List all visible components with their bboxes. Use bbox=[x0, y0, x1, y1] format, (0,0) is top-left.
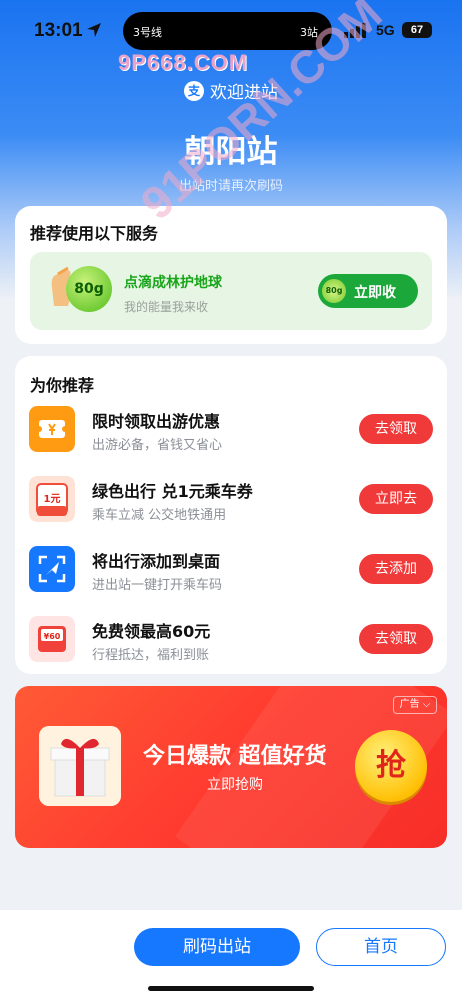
network-type: 5G bbox=[376, 22, 395, 38]
item-title: 限时领取出游优惠 bbox=[92, 412, 221, 431]
go-green-button[interactable]: 立即去 bbox=[359, 484, 433, 514]
collect-energy-label: 立即收 bbox=[354, 285, 396, 301]
recommend-card: 为你推荐 限时领取出游优惠 出游必备，省钱又省心 去领取 1元 绿色出行 兑1元… bbox=[15, 356, 447, 674]
chevron-down-icon: ⌵ bbox=[422, 699, 431, 710]
watermark-text: 9P668.COM bbox=[118, 50, 249, 75]
ride-coupon-text: 1元 bbox=[44, 493, 61, 505]
ad-tag-label: 广告 bbox=[399, 699, 420, 710]
list-item-green-travel[interactable]: 1元 绿色出行 兑1元乘车券 乘车立减 公交地铁通用 立即去 bbox=[15, 476, 447, 536]
scan-shortcut-icon bbox=[29, 546, 75, 592]
grab-button[interactable]: 抢 bbox=[355, 730, 427, 802]
ad-title: 今日爆款 超值好货 bbox=[143, 744, 327, 769]
bottom-action-bar: 刷码出站 首页 bbox=[0, 910, 462, 1000]
service-card-title: 推荐使用以下服务 bbox=[30, 224, 159, 243]
ride-coupon-icon: 1元 bbox=[29, 476, 75, 522]
item-subtitle: 行程抵达，福利到账 bbox=[92, 648, 210, 663]
service-card: 推荐使用以下服务 80g 点滴成林护地球 我的能量我来收 80g 立即收 bbox=[15, 206, 447, 344]
energy-badge: 80g bbox=[66, 266, 112, 312]
island-stops: 3站 bbox=[300, 26, 318, 39]
ad-banner[interactable]: 广告 ⌵ 今日爆款 超值好货 立即抢购 抢 bbox=[15, 686, 447, 848]
collect-energy-button[interactable]: 80g 立即收 bbox=[318, 274, 418, 308]
red-packet-text: ¥60 bbox=[44, 632, 61, 641]
eco-energy-banner[interactable]: 80g 点滴成林护地球 我的能量我来收 80g 立即收 bbox=[30, 252, 432, 330]
dynamic-island[interactable]: 3号线 3站 bbox=[123, 12, 332, 50]
item-subtitle: 出游必备，省钱又省心 bbox=[92, 438, 223, 453]
red-packet-icon: ¥60 bbox=[29, 616, 75, 662]
home-indicator[interactable] bbox=[148, 986, 314, 991]
recommend-title: 为你推荐 bbox=[30, 376, 95, 395]
station-name: 朝阳站 bbox=[184, 134, 278, 170]
item-title: 将出行添加到桌面 bbox=[92, 552, 221, 571]
battery-icon: 67 bbox=[402, 22, 432, 38]
energy-ball-icon: 80g bbox=[322, 279, 346, 303]
eco-title: 点滴成林护地球 bbox=[124, 275, 222, 291]
location-arrow-icon bbox=[87, 23, 101, 37]
alipay-icon: 支 bbox=[184, 80, 204, 101]
eco-subtitle: 我的能量我来收 bbox=[124, 300, 209, 314]
status-time: 13:01 bbox=[34, 20, 83, 41]
scan-exit-button[interactable]: 刷码出站 bbox=[134, 928, 300, 966]
claim-60-button[interactable]: 去领取 bbox=[359, 624, 433, 654]
welcome-text: 欢迎进站 bbox=[210, 83, 278, 103]
list-item-travel-discount[interactable]: 限时领取出游优惠 出游必备，省钱又省心 去领取 bbox=[15, 406, 447, 466]
ad-subtitle: 立即抢购 bbox=[207, 777, 263, 793]
home-button[interactable]: 首页 bbox=[316, 928, 446, 966]
item-subtitle: 乘车立减 公交地铁通用 bbox=[92, 508, 227, 523]
item-title: 免费领最高60元 bbox=[92, 622, 211, 641]
ad-tag[interactable]: 广告 ⌵ bbox=[393, 696, 437, 714]
island-line: 3号线 bbox=[133, 26, 162, 39]
item-subtitle: 进出站一键打开乘车码 bbox=[92, 578, 223, 593]
item-title: 绿色出行 兑1元乘车券 bbox=[92, 482, 253, 501]
claim-travel-button[interactable]: 去领取 bbox=[359, 414, 433, 444]
list-item-free-60[interactable]: ¥60 免费领最高60元 行程抵达，福利到账 去领取 bbox=[15, 616, 447, 676]
add-desktop-button[interactable]: 去添加 bbox=[359, 554, 433, 584]
welcome-line: 支欢迎进站 bbox=[0, 78, 462, 103]
list-item-add-desktop[interactable]: 将出行添加到桌面 进出站一键打开乘车码 去添加 bbox=[15, 546, 447, 606]
gift-box-icon bbox=[39, 726, 121, 806]
signal-icon bbox=[344, 23, 366, 38]
coupon-icon bbox=[29, 406, 75, 452]
exit-hint: 出站时请再次刷码 bbox=[178, 179, 283, 194]
